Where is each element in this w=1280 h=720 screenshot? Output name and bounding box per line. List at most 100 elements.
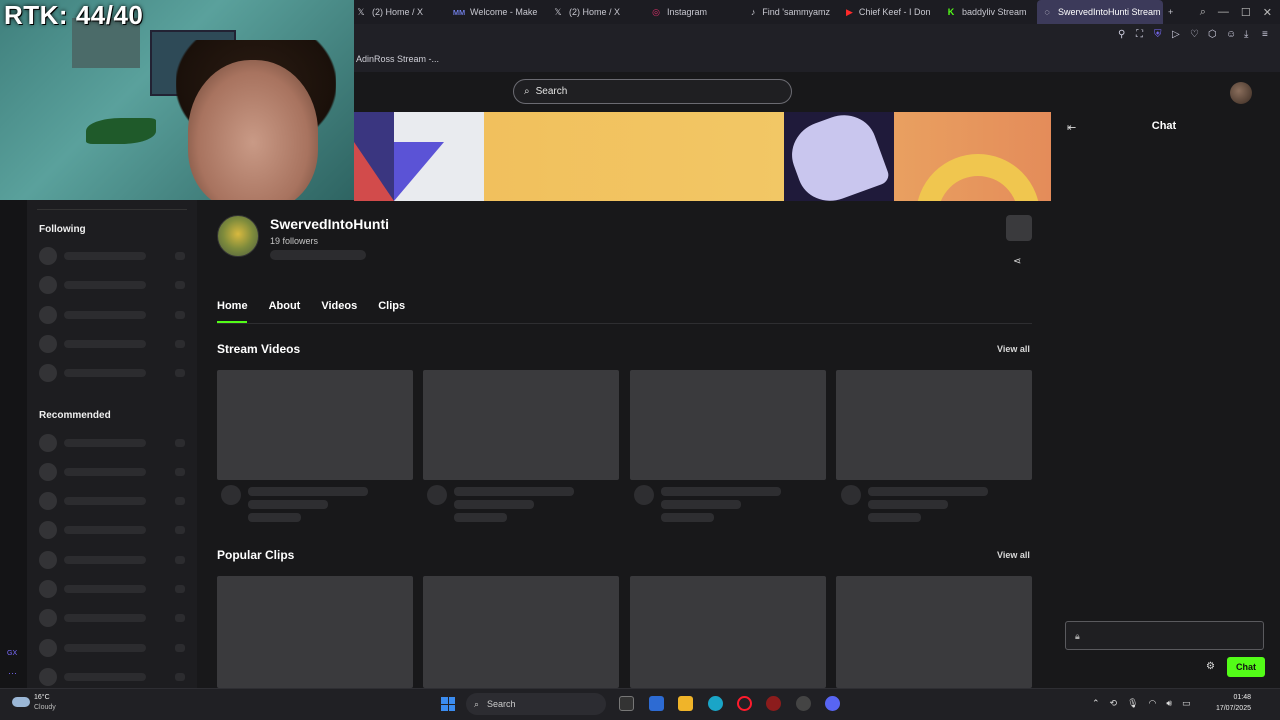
video-card-thumbnail[interactable] [836,370,1032,480]
more-icon[interactable]: ··· [8,668,17,678]
sync-icon[interactable]: ⟲ [1110,698,1118,709]
clock-time[interactable]: 01:48 [1217,694,1251,701]
stream-videos-heading: Stream Videos [217,342,301,356]
x-icon: 𝕏 [554,6,562,17]
video-card-thumbnail[interactable] [630,370,826,480]
system-tray: ⌃ ⟲ 🎙︎ ◠ 🔊︎ ▭ [1092,698,1191,709]
sidebar-skeleton-row [39,668,189,686]
bookmark-item[interactable]: AdinRoss Stream -... [356,54,439,64]
share-icon[interactable]: ⋖ [1013,256,1021,267]
tab-label: Welcome - Make [470,7,538,17]
channel-avatar[interactable] [217,215,259,257]
toolbar-icons: ⚲ ⛶ ⛨ ▷ ♡ ⬡ ☺ ⤓ ≡ [1118,30,1272,40]
channel-tabs: Home About Videos Clips [217,300,405,312]
user-avatar[interactable] [1230,82,1252,104]
browser-tab[interactable]: ▶ Chief Keef - I Don [846,0,930,24]
channel-name: SwervedIntoHunti [270,216,390,232]
tab-label: Instagram [667,7,708,17]
tab-videos[interactable]: Videos [321,300,357,312]
gx-icon[interactable]: GX [7,650,17,657]
skeleton-line [661,513,714,522]
chat-panel [1051,112,1280,688]
chat-send-button[interactable]: Chat [1227,657,1265,677]
chat-title: Chat [1151,120,1177,132]
speaker-icon[interactable]: 🔊︎ [1166,698,1172,709]
browser-tab[interactable]: 𝕏 (2) Home / X [551,0,647,24]
cloud-icon[interactable] [12,697,30,707]
menu-icon[interactable]: ≡ [1262,30,1272,40]
tiktok-icon: ♪ [750,7,756,17]
recommended-heading: Recommended [39,410,111,421]
follower-count: 19 followers [270,236,319,246]
sidebar-skeleton-row [39,492,189,510]
download-icon[interactable]: ⤓ [1244,30,1254,40]
weather-description[interactable]: Cloudy [34,704,56,711]
tab-label: Find 'sammyamz [762,7,830,17]
snapshot-icon[interactable]: ⛶ [1136,30,1146,40]
mm-icon: ᴍᴍ [452,7,466,17]
search-input[interactable]: ⌕ Search [513,79,792,104]
window-controls: ⌕ — ☐ ✕ [1200,6,1272,19]
skeleton-line [868,500,948,509]
steam-icon[interactable] [796,696,811,711]
task-view-icon[interactable] [619,696,634,711]
skeleton-avatar [634,485,654,505]
kick-icon: K [947,7,955,17]
shield-icon[interactable]: ⛨ [1154,30,1164,40]
skeleton-line [868,513,921,522]
play-icon[interactable]: ▷ [1172,30,1182,40]
browser-tab[interactable]: Kbaddyliv Stream [944,0,1028,24]
collapse-chat-icon[interactable]: ⇤ [1067,121,1076,134]
video-card-thumbnail[interactable] [423,370,619,480]
maximize-icon[interactable]: ☐ [1241,6,1251,19]
wifi-icon[interactable]: ◠ [1149,698,1157,709]
weather-temperature[interactable]: 16°C [34,694,50,701]
chat-input[interactable] [1065,621,1264,650]
clip-card-thumbnail[interactable] [630,576,826,688]
windows-start-icon[interactable] [441,697,455,711]
battery-icon[interactable]: ▭ [1182,698,1191,709]
browser-tab-active[interactable]: ◌ SwervedIntoHunti Stream [1037,0,1163,24]
tab-home[interactable]: Home [217,300,248,312]
edge-icon[interactable] [708,696,723,711]
browser-tab[interactable]: ♪ Find 'sammyamz [748,0,830,24]
browser-tab[interactable]: ᴍᴍ Welcome - Make [452,0,548,24]
gear-icon[interactable]: ⚙ [1206,661,1215,672]
browser-tab-bar: 𝕏 (2) Home / X ᴍᴍ Welcome - Make 𝕏 (2) Home… [354,0,1280,24]
tab-label: Chief Keef - I Don [858,7,930,17]
view-all-videos-link[interactable]: View all [997,344,1030,354]
clip-card-thumbnail[interactable] [836,576,1032,688]
microphone-icon[interactable]: 🎙︎ [1127,698,1138,709]
browser-tab[interactable]: ◎ Instagram [649,0,745,24]
opera-gx-icon[interactable] [737,696,752,711]
tab-about[interactable]: About [269,300,301,312]
store-icon[interactable] [649,696,664,711]
search-icon: ⌕ [524,86,530,97]
search-tabs-icon[interactable]: ⌕ [1200,6,1206,19]
discord-icon[interactable] [825,696,840,711]
chevron-up-icon[interactable]: ⌃ [1092,698,1100,709]
new-tab-button[interactable]: + [1168,0,1180,24]
file-explorer-icon[interactable] [678,696,693,711]
view-all-clips-link[interactable]: View all [997,550,1030,560]
app-icon[interactable] [766,696,781,711]
follow-button[interactable] [1006,215,1032,241]
clip-card-thumbnail[interactable] [423,576,619,688]
tab-label: (2) Home / X [372,7,424,17]
browser-tab[interactable]: 𝕏 (2) Home / X [354,0,450,24]
sidebar: Following Recommended [27,200,197,688]
account-icon[interactable]: ☺ [1226,30,1236,40]
taskbar-search[interactable]: ⌕ Search [466,693,606,715]
tab-clips[interactable]: Clips [378,300,405,312]
minimize-icon[interactable]: — [1218,6,1229,19]
webcam-overlay: RTK: 44/40 [0,0,354,200]
sidebar-skeleton-row [39,247,189,265]
extensions-icon[interactable]: ⬡ [1208,30,1218,40]
close-icon[interactable]: ✕ [1263,6,1272,19]
heart-icon[interactable]: ♡ [1190,30,1200,40]
video-card-thumbnail[interactable] [217,370,413,480]
clock-date[interactable]: 17/07/2025 [1209,705,1251,712]
channel-skeleton [270,250,366,260]
clip-card-thumbnail[interactable] [217,576,413,688]
pin-icon[interactable]: ⚲ [1118,30,1128,40]
